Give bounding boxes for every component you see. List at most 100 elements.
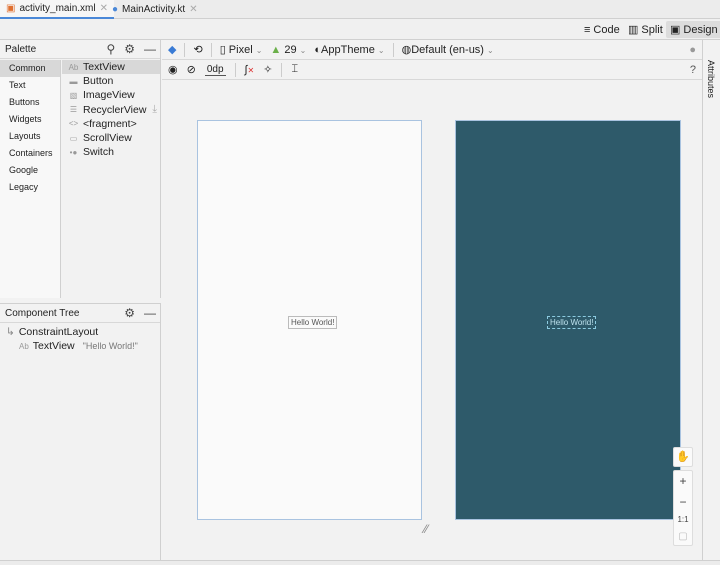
item-label: ImageView <box>83 89 135 102</box>
item-label: ScrollView <box>83 132 132 145</box>
attributes-label: Attributes <box>706 60 716 99</box>
device-dropdown[interactable]: ▯ Pixel ⌄ <box>220 43 263 56</box>
pan-hand-button[interactable]: ✋ <box>673 447 693 467</box>
android-icon: ▲ <box>270 43 282 56</box>
code-brackets-icon: <> <box>68 119 79 129</box>
category-google[interactable]: Google <box>0 162 60 179</box>
switch-icon: •● <box>69 147 78 157</box>
split-label: Split <box>641 23 663 36</box>
blueprint-preview[interactable]: Hello World! <box>197 120 422 520</box>
scrollview-icon: ▭ <box>69 133 78 143</box>
hello-world-textview[interactable]: Hello World! <box>288 316 338 329</box>
palette-panel: Palette ⚲ ⚙ — Common Text Buttons Widgets … <box>0 40 161 298</box>
item-label: Switch <box>83 146 114 159</box>
zoom-out-button[interactable]: − <box>679 495 686 509</box>
gear-icon[interactable]: ⚙ <box>124 42 135 56</box>
textview-icon: Ab <box>19 341 29 351</box>
device-label: Pixel <box>228 44 253 56</box>
component-tree-panel: Component Tree ⚙ — ↳ ConstraintLayout Ab Te… <box>0 303 161 560</box>
design-mode-button[interactable]: ▣ Design <box>666 21 720 38</box>
design-label: Design <box>683 23 718 36</box>
code-mode-button[interactable]: ≡ Code <box>580 21 624 38</box>
clear-constraints-icon[interactable]: ∫✕ <box>245 64 255 76</box>
gear-icon[interactable]: ⚙ <box>124 306 135 320</box>
textview-icon: Ab <box>68 62 79 72</box>
tab-activity-main[interactable]: ▣ activity_main.xml ✕ <box>0 0 114 19</box>
constraint-layout-icon: ↳ <box>6 326 15 338</box>
infer-constraints-icon[interactable]: ✧ <box>263 63 272 76</box>
theme-dropdown[interactable]: ◐AppTheme ⌄ <box>314 44 384 56</box>
category-layouts[interactable]: Layouts <box>0 128 60 145</box>
item-label: RecyclerView <box>83 103 147 116</box>
zoom-to-fit-icon[interactable]: ▢ <box>678 531 687 542</box>
status-bar <box>0 560 720 565</box>
palette-item-scrollview[interactable]: ▭ ScrollView <box>62 131 160 145</box>
item-label: <fragment> <box>83 117 137 130</box>
category-containers[interactable]: Containers <box>0 145 60 162</box>
tab-label: MainActivity.kt <box>122 4 186 15</box>
palette-item-switch[interactable]: •● Switch <box>62 145 160 159</box>
view-mode-bar: ≡ Code ▥ Split ▣ Design <box>0 19 720 40</box>
tab-label: activity_main.xml <box>19 3 96 14</box>
autoconnect-icon[interactable]: ⊘ <box>187 63 196 76</box>
palette-item-fragment[interactable]: <> <fragment> <box>62 117 160 131</box>
tree-label: ConstraintLayout <box>18 326 99 338</box>
category-common[interactable]: Common <box>0 60 60 77</box>
api-dropdown[interactable]: ▲ 29 ⌄ <box>270 44 306 56</box>
palette-categories: Common Text Buttons Widgets Layouts Cont… <box>0 60 61 298</box>
list-icon: ☰ <box>69 105 78 115</box>
theme-label: AppTheme <box>321 43 375 56</box>
palette-items: Ab TextView ▬ Button ▧ ImageView ☰ RecyclerV… <box>62 60 160 159</box>
close-icon[interactable]: ✕ <box>189 4 197 15</box>
help-icon[interactable]: ? <box>690 64 696 76</box>
download-icon[interactable]: ⤓ <box>152 103 157 116</box>
guidelines-icon[interactable]: ⌶ <box>291 63 298 76</box>
tab-main-activity[interactable]: ● MainActivity.kt ✕ <box>106 0 204 19</box>
hello-world-textview[interactable]: Hello World! <box>547 316 597 329</box>
palette-item-imageview[interactable]: ▧ ImageView <box>62 88 160 102</box>
category-text[interactable]: Text <box>0 77 60 94</box>
palette-item-textview[interactable]: Ab TextView <box>62 60 160 75</box>
item-label: TextView <box>83 61 125 74</box>
default-margin-button[interactable]: 0dp <box>204 64 226 76</box>
tree-item-constraintlayout[interactable]: ↳ ConstraintLayout <box>0 325 160 339</box>
design-toolbar: ◆ ⟲ ▯ Pixel ⌄ ▲ 29 ⌄ ◐AppTheme ⌄ ◍Defaul… <box>162 40 702 60</box>
design-toolbar-secondary: ◉ ⊘ 0dp ∫✕ ✧ ⌶ ? <box>162 60 702 80</box>
split-mode-button[interactable]: ▥ Split <box>624 21 667 38</box>
code-label: Code <box>593 23 620 36</box>
minimize-icon[interactable]: — <box>144 42 156 56</box>
button-icon: ▬ <box>69 76 78 86</box>
attributes-side-tab[interactable]: Attributes <box>702 40 720 560</box>
lines-icon: ≡ <box>584 23 591 36</box>
palette-item-button[interactable]: ▬ Button <box>62 74 160 88</box>
tree-label: TextView <box>32 340 75 352</box>
design-preview[interactable]: Hello World! <box>455 120 681 520</box>
category-buttons[interactable]: Buttons <box>0 94 60 111</box>
layers-icon[interactable]: ◆ <box>168 43 176 56</box>
palette-item-recyclerview[interactable]: ☰ RecyclerView ⤓ <box>62 103 160 117</box>
zoom-in-button[interactable]: + <box>679 474 686 488</box>
editor-tabs: ▣ activity_main.xml ✕ ● MainActivity.kt ✕ <box>0 0 720 19</box>
tree-text-value: "Hello World!" <box>82 341 138 351</box>
item-label: Button <box>83 75 114 88</box>
search-icon[interactable]: ⚲ <box>106 42 115 56</box>
kotlin-file-icon: ● <box>112 4 119 15</box>
xml-file-icon: ▣ <box>6 3 16 14</box>
api-label: 29 <box>284 43 297 56</box>
eye-icon[interactable]: ◉ <box>168 63 178 76</box>
locale-label: Default (en-us) <box>411 44 484 56</box>
minimize-icon[interactable]: — <box>144 306 156 320</box>
zoom-controls: + − 1:1 ▢ <box>673 470 693 546</box>
tree-item-textview[interactable]: Ab TextView "Hello World!" <box>0 339 160 353</box>
warning-icon[interactable]: ● <box>689 44 696 56</box>
component-tree-title: Component Tree <box>5 307 80 319</box>
category-widgets[interactable]: Widgets <box>0 111 60 128</box>
locale-dropdown[interactable]: ◍Default (en-us) ⌄ <box>402 43 494 56</box>
image-icon: ▣ <box>670 24 681 36</box>
zoom-actual-size-button[interactable]: 1:1 <box>677 515 688 524</box>
image-icon: ▧ <box>69 90 78 100</box>
orientation-icon[interactable]: ⟲ <box>193 43 202 56</box>
category-legacy[interactable]: Legacy <box>0 179 60 196</box>
split-icon: ▥ <box>628 24 639 36</box>
resize-handle-icon[interactable]: ⁄⁄ <box>424 522 428 536</box>
